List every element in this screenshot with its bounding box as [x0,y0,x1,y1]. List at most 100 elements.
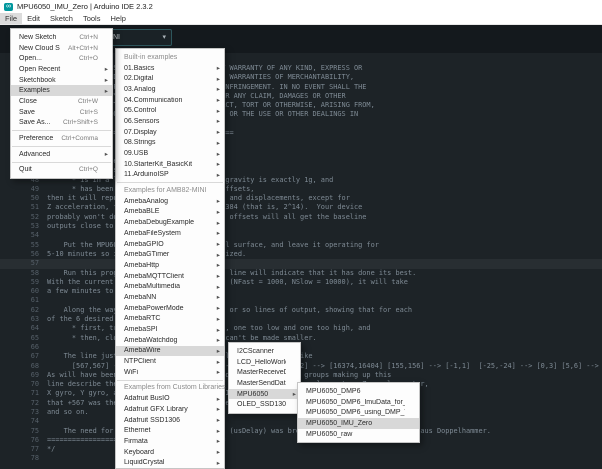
menu-item-amebawire[interactable]: AmebaWire▸ [116,346,224,357]
code-text: */ [47,445,55,454]
menu-item-label: LiquidCrystal [124,459,210,466]
menu-item-amebahttp[interactable]: AmebaHttp▸ [116,260,224,271]
menu-item-new-sketch[interactable]: New SketchCtrl+N [11,32,112,43]
menu-item-amebagtimer[interactable]: AmebaGTimer▸ [116,249,224,260]
menu-item-quit[interactable]: QuitCtrl+Q [11,165,112,176]
menu-item-ntpclient[interactable]: NTPClient▸ [116,356,224,367]
submenu-arrow-icon: ▸ [214,405,220,413]
menu-item-amebawatchdog[interactable]: AmebaWatchdog▸ [116,335,224,346]
menu-item-label: 05.Control [124,107,210,114]
menu-item-save-as[interactable]: Save As...Ctrl+Shift+S [11,118,112,129]
menu-item-label: 11.ArduinoISP [124,171,210,178]
menu-item-ethernet[interactable]: Ethernet▸ [116,425,224,436]
menu-item-oled-ssd1306[interactable]: OLED_SSD1306 [229,399,300,410]
menubar-item-edit[interactable]: Edit [22,13,45,24]
menu-item-label: MPU6050_DMP6_using_DMP_V6v12 [306,409,405,416]
menu-item-05-control[interactable]: 05.Control▸ [116,105,224,116]
menu-item-amebafilesystem[interactable]: AmebaFileSystem▸ [116,228,224,239]
title-bar: ∞ MPU6050_IMU_Zero | Arduino IDE 2.3.2 [0,0,602,13]
menu-item-02-digital[interactable]: 02.Digital▸ [116,73,224,84]
menu-item-mpu6050-raw[interactable]: MPU6050_raw [298,429,419,440]
menu-item-advanced[interactable]: Advanced▸ [11,149,112,160]
menu-item-lcd-helloworld[interactable]: LCD_HelloWorld [229,357,300,368]
menu-item-open-recent[interactable]: Open Recent▸ [11,64,112,75]
submenu-arrow-icon: ▸ [214,150,220,158]
menu-item-label: 02.Digital [124,75,210,82]
menu-item-close[interactable]: CloseCtrl+W [11,96,112,107]
menu-item-label: AmebaFileSystem [124,230,210,237]
menu-item-amebartc[interactable]: AmebaRTC▸ [116,314,224,325]
menu-item-mastersenddata[interactable]: MasterSendData [229,378,300,389]
editor-line: 55 Put the MPU6050 on a flat and horizon… [0,241,602,250]
menu-item-examples[interactable]: Examples▸ [11,85,112,96]
menu-item-01-basics[interactable]: 01.Basics▸ [116,63,224,74]
menu-item-save[interactable]: SaveCtrl+S [11,107,112,118]
menu-item-adafruit-busio[interactable]: Adafruit BusIO▸ [116,393,224,404]
menu-item-mpu6050-imu-zero[interactable]: MPU6050_IMU_Zero [298,418,419,429]
menu-item-preferences[interactable]: Preferences...Ctrl+Comma [11,133,112,144]
menu-item-new-cloud-sketch[interactable]: New Cloud SketchAlt+Ctrl+N [11,43,112,54]
menu-item-sketchbook[interactable]: Sketchbook▸ [11,75,112,86]
menu-section-header-built-in-examples: Built-in examples [116,52,224,63]
menu-item-amebadebugexample[interactable]: AmebaDebugExample▸ [116,217,224,228]
menu-item-06-sensors[interactable]: 06.Sensors▸ [116,116,224,127]
menu-item-amebagpio[interactable]: AmebaGPIO▸ [116,239,224,250]
editor-line: 66 [0,343,602,352]
menu-item-mpu6050-dmp6[interactable]: MPU6050_DMP6 [298,386,419,397]
submenu-arrow-icon: ▸ [214,315,220,323]
menubar-item-file[interactable]: File [0,13,22,24]
menu-item-03-analog[interactable]: 03.Analog▸ [116,84,224,95]
menu-item-label: AmebaNN [124,294,210,301]
line-number: 49 [0,185,47,194]
menu-item-amebable[interactable]: AmebaBLE▸ [116,207,224,218]
submenu-arrow-icon: ▸ [214,261,220,269]
menu-item-adafruit-gfx-library[interactable]: Adafruit GFX Library▸ [116,404,224,415]
menu-item-open[interactable]: Open...Ctrl+O [11,53,112,64]
menubar-item-sketch[interactable]: Sketch [45,13,78,24]
editor-line: 53outputs close to these target values. [0,222,602,231]
menu-item-label: Save [19,109,72,116]
menu-item-firmata[interactable]: Firmata▸ [116,436,224,447]
submenu-arrow-icon: ▸ [214,347,220,355]
submenu-arrow-icon: ▸ [214,448,220,456]
menu-item-label: MPU6050_raw [306,431,405,438]
menu-item-shortcut: Ctrl+W [78,98,98,105]
menubar-item-help[interactable]: Help [105,13,130,24]
menu-item-amebann[interactable]: AmebaNN▸ [116,292,224,303]
menu-item-shortcut: Alt+Ctrl+N [68,45,98,52]
menu-item-amebamultimedia[interactable]: AmebaMultimedia▸ [116,281,224,292]
submenu-arrow-icon: ▸ [214,208,220,216]
menu-item-amebamqttclient[interactable]: AmebaMQTTClient▸ [116,271,224,282]
menu-item-label: AmebaWatchdog [124,337,210,344]
menu-item-i2cscanner[interactable]: I2CScanner [229,346,300,357]
menu-item-10-starterkit-basickit[interactable]: 10.StarterKit_BasicKit▸ [116,159,224,170]
submenu-arrow-icon: ▸ [214,283,220,291]
menu-item-mpu6050[interactable]: MPU6050▸ [229,389,300,400]
submenu-arrow-icon: ▸ [214,96,220,104]
menu-item-amebapowermode[interactable]: AmebaPowerMode▸ [116,303,224,314]
menu-item-liquidcrystal[interactable]: LiquidCrystal▸ [116,457,224,468]
line-number: 66 [0,343,47,352]
editor-line: 78 [0,454,602,463]
menu-item-masterreceivedata[interactable]: MasterReceiveData [229,367,300,378]
submenu-arrow-icon: ▸ [214,368,220,376]
line-number: 56 [0,250,47,259]
menu-item-mpu6050-dmp6-using-dmp-v6v12[interactable]: MPU6050_DMP6_using_DMP_V6v12 [298,407,419,418]
line-number: 60 [0,287,47,296]
menu-separator [117,380,223,381]
submenu-arrow-icon: ▸ [214,197,220,205]
menu-item-amebaanalog[interactable]: AmebaAnalog▸ [116,196,224,207]
menu-item-07-display[interactable]: 07.Display▸ [116,127,224,138]
menu-item-08-strings[interactable]: 08.Strings▸ [116,138,224,149]
menu-item-amebaspi[interactable]: AmebaSPI▸ [116,324,224,335]
menu-item-label: Adafruit BusIO [124,395,210,402]
menu-item-04-communication[interactable]: 04.Communication▸ [116,95,224,106]
menu-item-adafruit-ssd1306[interactable]: Adafruit SSD1306▸ [116,415,224,426]
menu-item-11-arduinoisp[interactable]: 11.ArduinoISP▸ [116,170,224,181]
menu-item-09-usb[interactable]: 09.USB▸ [116,148,224,159]
line-number: 51 [0,203,47,212]
menubar-item-tools[interactable]: Tools [78,13,106,24]
menu-item-mpu6050-dmp6-imudata-for-ros[interactable]: MPU6050_DMP6_ImuData_for_ROS [298,397,419,408]
menu-item-wifi[interactable]: WiFi▸ [116,367,224,378]
menu-item-keyboard[interactable]: Keyboard▸ [116,447,224,458]
